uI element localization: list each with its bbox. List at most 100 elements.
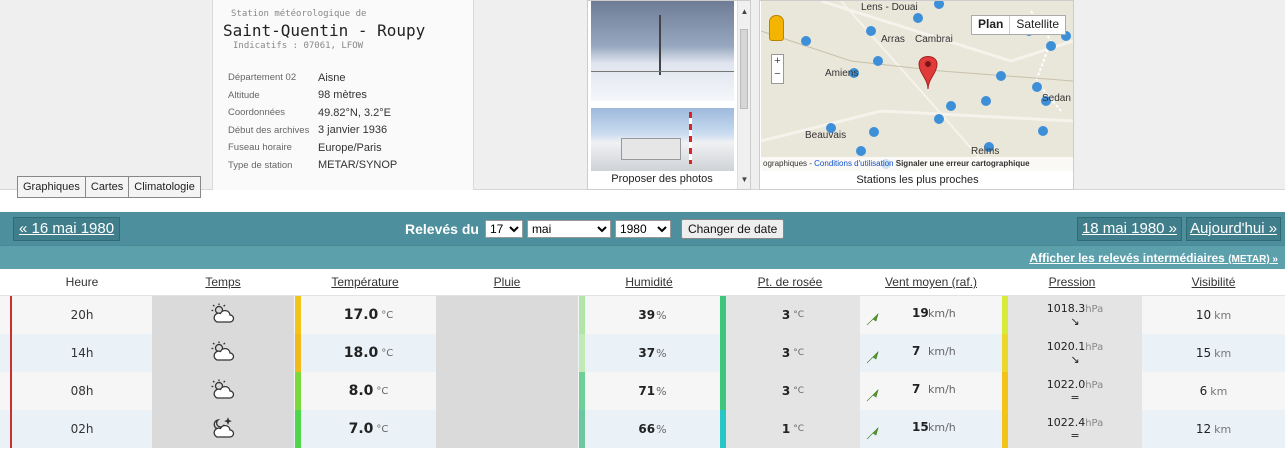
date-navigation-bar: « 16 mai 1980 Relevés du 17 mai 1980 Cha… <box>0 212 1285 245</box>
detail-row: Altitude 98 mètres <box>228 87 397 105</box>
cell-pluie <box>436 296 578 334</box>
nearby-stations-caption: Stations les plus proches <box>856 174 979 186</box>
humidity-value: 37 <box>638 346 656 360</box>
pressure-trend-icon: ↘ <box>1070 353 1080 366</box>
scrollbar-thumb[interactable] <box>740 29 748 109</box>
humidity-value: 66 <box>638 422 656 436</box>
show-metar-link[interactable]: Afficher les relevés intermédiaires (MET… <box>1029 251 1278 265</box>
col-temps[interactable]: Temps <box>152 269 294 296</box>
station-photo[interactable] <box>591 108 734 171</box>
cell-rosee: 3 °C <box>726 372 860 410</box>
map-label: Cambrai <box>915 34 953 45</box>
humidity-unit: % <box>656 422 667 436</box>
pressure-unit: hPa <box>1085 380 1104 391</box>
dewpoint-unit: °C <box>793 310 805 320</box>
col-pluie[interactable]: Pluie <box>436 269 578 296</box>
map-label: Amiens <box>825 68 858 79</box>
partly-cloudy-icon <box>211 341 235 366</box>
map-type-satellite[interactable]: Satellite <box>1010 16 1065 34</box>
tab-graphiques[interactable]: Graphiques <box>17 176 85 198</box>
cell-pression: 1020.1hPa ↘ <box>1008 334 1142 372</box>
metar-bar: Afficher les relevés intermédiaires (MET… <box>0 245 1285 269</box>
cell-rosee: 1 °C <box>726 410 860 448</box>
table-row: 20h 17.0 °C 39% 3 °C 19 km/h 1018.3hPa ↘ 10 km <box>0 296 1285 334</box>
dewpoint-value: 3 <box>781 308 791 322</box>
scroll-up-icon[interactable]: ▲ <box>740 7 749 16</box>
today-link[interactable]: Aujourd'hui » <box>1186 217 1281 241</box>
humidity-value: 39 <box>638 308 656 322</box>
temperature-unit: °C <box>376 385 389 397</box>
visibility-unit: km <box>1214 308 1232 322</box>
map-zoom-control[interactable]: + − <box>771 54 784 84</box>
propose-photos-link[interactable]: Proposer des photos <box>588 173 736 185</box>
detail-row: Type de station METAR/SYNOP <box>228 157 397 175</box>
pressure-unit: hPa <box>1085 418 1104 429</box>
wind-speed-value: 15 <box>912 420 929 434</box>
cell-pression: 1022.0hPa = <box>1008 372 1142 410</box>
humidity-unit: % <box>656 308 667 322</box>
table-row: 08h 8.0 °C 71% 3 °C 7 km/h 1022.0hPa = 6 km <box>0 372 1285 410</box>
cell-visibilite: 10 km <box>1142 296 1285 334</box>
cell-temps <box>152 296 294 334</box>
year-select[interactable]: 1980 <box>614 220 671 238</box>
pressure-unit: hPa <box>1085 304 1104 315</box>
cell-heure: 20h <box>12 296 152 334</box>
pressure-trend-icon: = <box>1070 391 1080 404</box>
partly-cloudy-icon <box>211 379 235 404</box>
cell-pression: 1022.4hPa = <box>1008 410 1142 448</box>
date-selector: Relevés du 17 mai 1980 Changer de date <box>405 219 785 239</box>
report-error-link[interactable]: Signaler une erreur cartographique <box>896 159 1030 168</box>
table-row: 14h 18.0 °C 37% 3 °C 7 km/h 1020.1hPa ↘ 15 km <box>0 334 1285 372</box>
metar-link-text: Afficher les relevés intermédiaires <box>1029 251 1225 265</box>
previous-day-link[interactable]: « 16 mai 1980 <box>13 217 120 241</box>
next-day-link[interactable]: 18 mai 1980 » <box>1077 217 1182 241</box>
scroll-down-icon[interactable]: ▼ <box>740 175 749 184</box>
pressure-unit: hPa <box>1085 342 1104 353</box>
station-tabs: Graphiques Cartes Climatologie <box>17 176 201 198</box>
month-select[interactable]: mai <box>526 220 611 238</box>
metar-link-tag: (METAR) » <box>1228 254 1278 265</box>
cell-temperature: 17.0 °C <box>301 296 436 334</box>
cell-heure: 14h <box>12 334 152 372</box>
tab-climatologie[interactable]: Climatologie <box>128 176 201 198</box>
detail-key: Début des archives <box>228 124 310 136</box>
attrib-text: ographiques - <box>763 159 812 168</box>
tab-cartes[interactable]: Cartes <box>84 176 129 198</box>
map-type-plan[interactable]: Plan <box>972 16 1011 34</box>
col-visibilite[interactable]: Visibilité <box>1142 269 1285 296</box>
visibility-unit: km <box>1210 384 1228 398</box>
col-humidite[interactable]: Humidité <box>578 269 720 296</box>
station-photo[interactable] <box>591 1 734 101</box>
dewpoint-unit: °C <box>793 348 805 358</box>
detail-value: 98 mètres <box>318 89 367 102</box>
col-temperature[interactable]: Température <box>294 269 436 296</box>
change-date-button[interactable]: Changer de date <box>680 219 785 239</box>
station-details: Département 02 Aisne Altitude 98 mètres Co… <box>228 69 397 174</box>
detail-value: Aisne <box>318 71 346 84</box>
wind-speed-unit: km/h <box>928 383 956 396</box>
zoom-out-icon[interactable]: − <box>772 68 783 81</box>
street-view-pegman-icon[interactable] <box>769 15 784 41</box>
visibility-unit: km <box>1214 346 1232 360</box>
pressure-value: 1020.1hPa <box>1046 340 1104 353</box>
col-vent[interactable]: Vent moyen (raf.) <box>860 269 1002 296</box>
cell-vent: 7 km/h <box>860 372 1002 410</box>
zoom-in-icon[interactable]: + <box>772 55 783 68</box>
dewpoint-value: 3 <box>781 346 791 360</box>
col-pression[interactable]: Pression <box>1002 269 1142 296</box>
map-label: Reims <box>971 146 999 157</box>
col-rosee[interactable]: Pt. de rosée <box>720 269 860 296</box>
detail-value: 49.82°N, 3.2°E <box>318 106 392 119</box>
cell-visibilite: 6 km <box>1142 372 1285 410</box>
heure-value: 02h <box>70 422 94 436</box>
day-select[interactable]: 17 <box>484 220 523 238</box>
cell-vent: 19 km/h <box>860 296 1002 334</box>
photos-scrollbar[interactable]: ▲ ▼ <box>737 1 750 189</box>
nearby-stations-map[interactable]: Lens - Douai Arras Cambrai Amiens Sedan … <box>761 1 1073 171</box>
detail-row: Début des archives 3 janvier 1936 <box>228 122 397 140</box>
cell-rosee: 3 °C <box>726 334 860 372</box>
terms-link[interactable]: Conditions d'utilisation <box>814 159 893 168</box>
wind-direction-icon <box>866 388 880 405</box>
night-cloudy-icon <box>211 416 235 442</box>
table-header: Heure Temps Température Pluie Humidité P… <box>0 269 1285 296</box>
